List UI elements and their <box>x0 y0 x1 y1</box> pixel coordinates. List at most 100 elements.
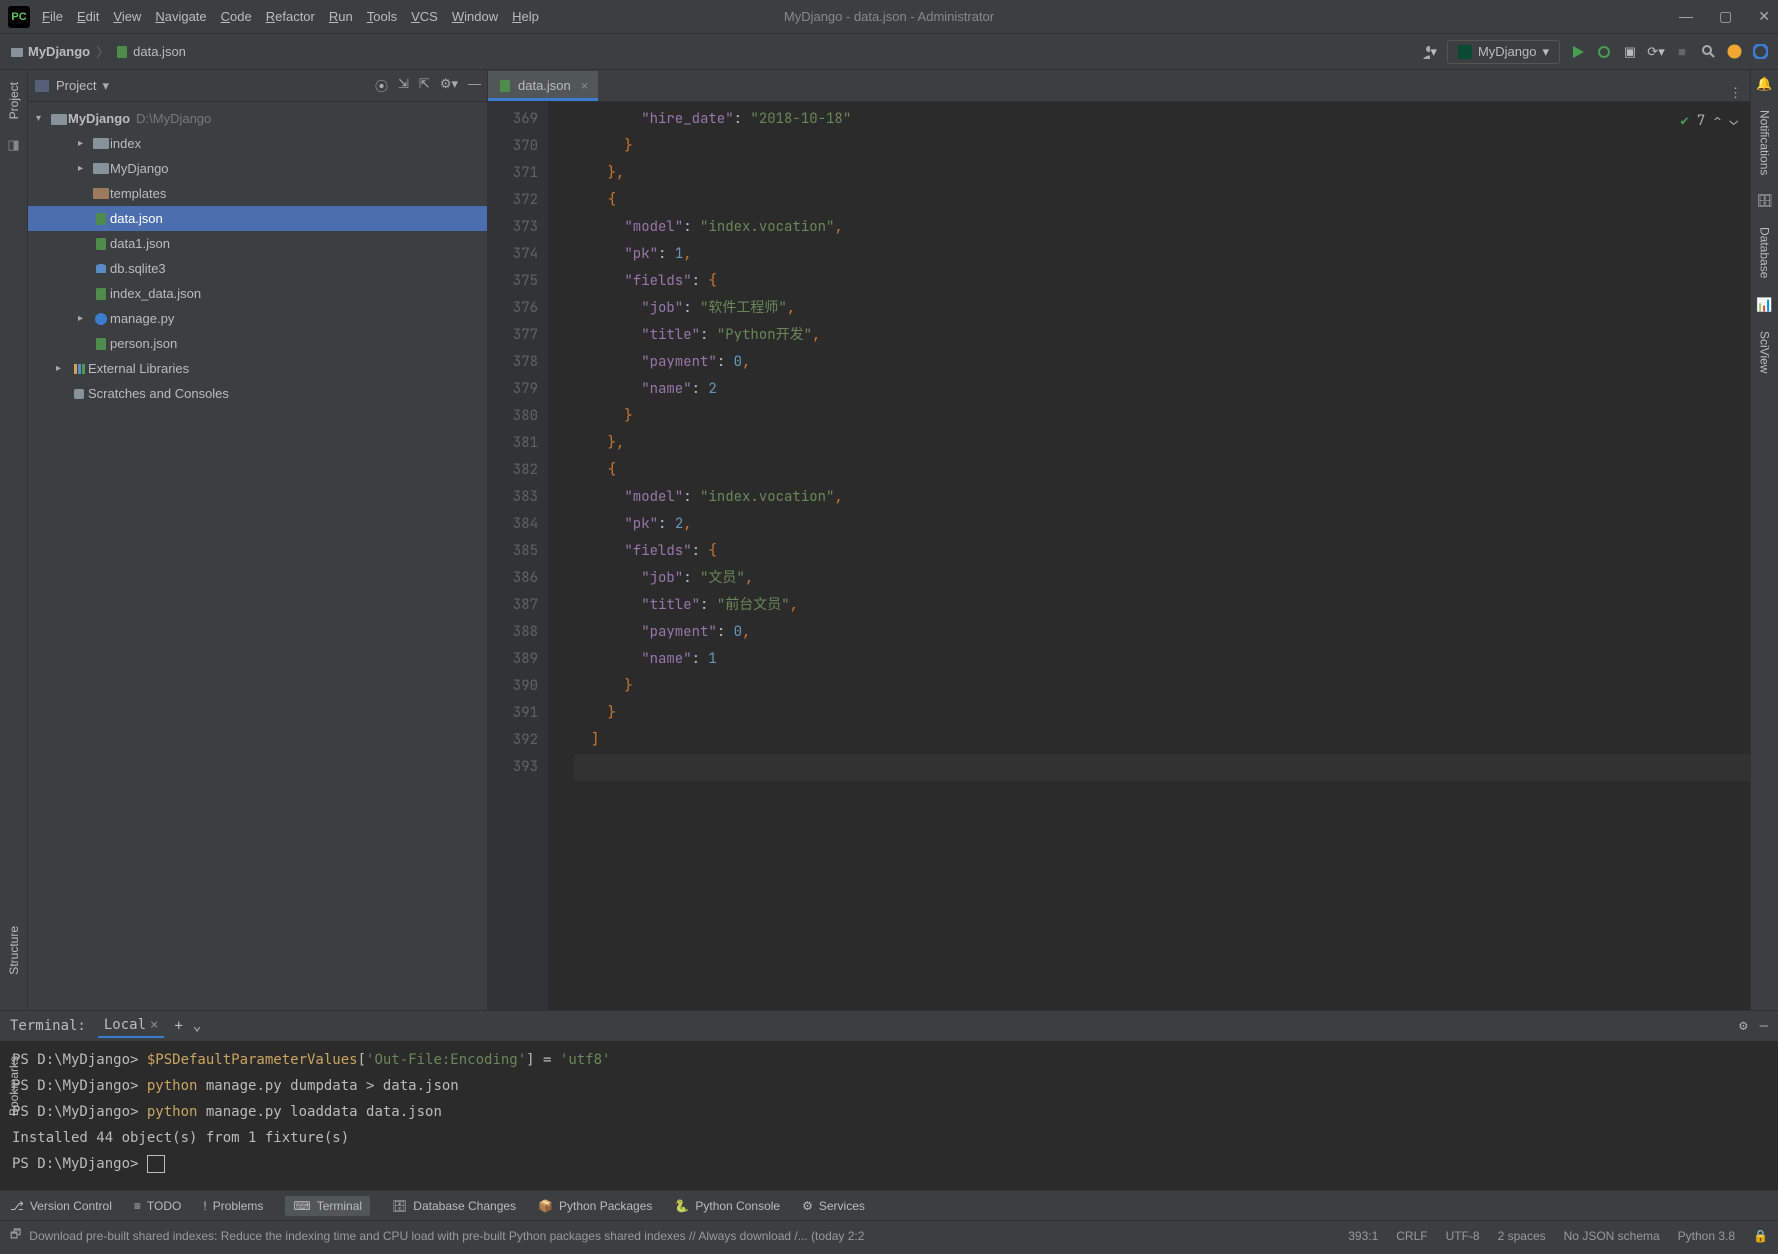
run-with-coverage-button[interactable]: ▣ <box>1622 44 1638 60</box>
user-icon[interactable]: ▾ <box>1421 44 1437 60</box>
file-encoding[interactable]: UTF-8 <box>1446 1229 1480 1243</box>
json-schema[interactable]: No JSON schema <box>1564 1229 1660 1243</box>
commit-tool-icon[interactable]: ◨ <box>6 137 22 153</box>
prev-highlight-icon[interactable]: ⌃ <box>1713 108 1721 135</box>
tree-item[interactable]: ▸index <box>28 131 487 156</box>
menu-edit[interactable]: Edit <box>77 9 99 24</box>
chevron-icon[interactable]: ▸ <box>78 138 92 149</box>
menu-help[interactable]: Help <box>512 9 539 24</box>
minimize-button[interactable]: — <box>1679 8 1693 25</box>
chevron-icon[interactable]: ▸ <box>78 163 92 174</box>
menu-view[interactable]: View <box>113 9 141 24</box>
terminal-content[interactable]: PS D:\MyDjango> $PSDefaultParameterValue… <box>0 1041 1778 1190</box>
line-separator[interactable]: CRLF <box>1396 1229 1427 1243</box>
check-icon: ✔ <box>1680 108 1688 135</box>
breadcrumb-file[interactable]: data.json <box>115 44 186 59</box>
tree-root[interactable]: ▾ MyDjango D:\MyDjango <box>28 106 487 131</box>
expand-all-icon[interactable]: ⇲ <box>398 76 409 95</box>
tool-terminal[interactable]: ⌨Terminal <box>285 1196 370 1216</box>
terminal-settings-icon[interactable]: ⚙ <box>1739 1018 1747 1034</box>
chevron-down-icon[interactable]: ▾ <box>36 113 50 124</box>
python-interpreter[interactable]: Python 3.8 <box>1678 1229 1735 1243</box>
tree-item-label: MyDjango <box>68 111 130 126</box>
tree-item[interactable]: Scratches and Consoles <box>28 381 487 406</box>
menu-run[interactable]: Run <box>329 9 353 24</box>
collapse-all-icon[interactable]: ⇱ <box>419 76 430 95</box>
code-editor[interactable]: 3693703713723733743753763773783793803813… <box>488 102 1750 1010</box>
project-tree: ▾ MyDjango D:\MyDjango ▸index▸MyDjangote… <box>28 102 487 410</box>
menu-vcs[interactable]: VCS <box>411 9 438 24</box>
tool-version-control[interactable]: ⎇Version Control <box>10 1199 112 1213</box>
close-tab-icon[interactable]: × <box>581 78 589 93</box>
breadcrumb-root[interactable]: MyDjango <box>10 44 90 59</box>
tool-problems[interactable]: !Problems <box>203 1199 263 1213</box>
tree-item[interactable]: data1.json <box>28 231 487 256</box>
file-icon <box>92 287 110 301</box>
debug-button[interactable] <box>1596 44 1612 60</box>
menu-refactor[interactable]: Refactor <box>266 9 315 24</box>
tool-todo[interactable]: ≡TODO <box>134 1199 181 1213</box>
tree-item[interactable]: person.json <box>28 331 487 356</box>
hide-panel-icon[interactable]: — <box>468 76 481 95</box>
close-button[interactable]: ✕ <box>1758 8 1770 25</box>
indent-config[interactable]: 2 spaces <box>1498 1229 1546 1243</box>
chevron-icon[interactable]: ▸ <box>56 363 70 374</box>
tree-item[interactable]: data.json <box>28 206 487 231</box>
tool-services[interactable]: ⚙Services <box>802 1199 865 1213</box>
caret-position[interactable]: 393:1 <box>1348 1229 1378 1243</box>
hide-terminal-icon[interactable]: — <box>1760 1018 1768 1034</box>
maximize-button[interactable]: ▢ <box>1719 8 1732 25</box>
next-highlight-icon[interactable]: ⌄ <box>1730 108 1738 135</box>
tree-item-label: MyDjango <box>110 161 169 176</box>
settings-icon[interactable]: ⚙▾ <box>440 76 458 95</box>
status-message-icon[interactable]: 🗗 <box>10 1225 21 1246</box>
ide-update-icon[interactable] <box>1726 44 1742 60</box>
database-tool-tab[interactable]: Database <box>1756 221 1774 284</box>
editor-tabs-more-icon[interactable]: ⋮ <box>1729 85 1750 101</box>
code-content[interactable]: "hire_date": "2018-10-18" } }, { "model"… <box>568 102 1750 1010</box>
stop-button[interactable]: ■ <box>1674 44 1690 60</box>
terminal-dropdown-icon[interactable]: ⌄ <box>193 1018 201 1034</box>
tree-item[interactable]: ▸External Libraries <box>28 356 487 381</box>
editor-tab-data-json[interactable]: data.json × <box>488 71 598 101</box>
status-message[interactable]: Download pre-built shared indexes: Reduc… <box>29 1229 864 1243</box>
tree-item[interactable]: templates <box>28 181 487 206</box>
editor-tabs: data.json × ⋮ <box>488 70 1750 102</box>
sciview-icon[interactable]: 📊 <box>1757 297 1773 313</box>
search-icon[interactable] <box>1700 44 1716 60</box>
read-only-lock-icon[interactable]: 🔒 <box>1753 1229 1768 1243</box>
chevron-down-icon: ▾ <box>1542 44 1549 60</box>
run-button[interactable] <box>1570 44 1586 60</box>
structure-tool-tab[interactable]: Structure <box>5 920 23 981</box>
chevron-icon[interactable]: ▸ <box>78 313 92 324</box>
menu-file[interactable]: File <box>42 9 63 24</box>
project-tool-tab[interactable]: Project <box>5 76 23 125</box>
inspection-widget[interactable]: ✔ 7 ⌃ ⌄ <box>1680 108 1738 135</box>
tree-item[interactable]: ▸ MyDjango <box>28 156 487 181</box>
menu-code[interactable]: Code <box>221 9 252 24</box>
project-view-label[interactable]: Project <box>56 78 96 93</box>
tree-item[interactable]: ▸manage.py <box>28 306 487 331</box>
new-terminal-icon[interactable]: + <box>174 1018 182 1034</box>
notifications-tool-tab[interactable]: Notifications <box>1756 104 1774 181</box>
code-with-me-icon[interactable] <box>1752 44 1768 60</box>
bookmarks-tool-tab[interactable]: Bookmarks <box>5 1050 23 1122</box>
menu-navigate[interactable]: Navigate <box>155 9 206 24</box>
close-tab-icon[interactable]: × <box>150 1017 158 1033</box>
chevron-down-icon[interactable]: ▾ <box>102 78 109 94</box>
database-icon[interactable]: 🗄 <box>1757 193 1773 209</box>
menu-window[interactable]: Window <box>452 9 498 24</box>
tool-database-changes[interactable]: 🗄Database Changes <box>392 1199 516 1213</box>
select-opened-file-icon[interactable]: ⦿ <box>375 76 388 95</box>
run-config-selector[interactable]: MyDjango ▾ <box>1447 40 1560 64</box>
terminal-tab-local[interactable]: Local × <box>98 1014 165 1038</box>
menu-tools[interactable]: Tools <box>367 9 397 24</box>
sciview-tool-tab[interactable]: SciView <box>1756 325 1774 379</box>
tool-python-console[interactable]: 🐍Python Console <box>674 1199 780 1213</box>
tree-item[interactable]: db.sqlite3 <box>28 256 487 281</box>
tool-python-packages[interactable]: 📦Python Packages <box>538 1199 652 1213</box>
notifications-icon[interactable]: 🔔 <box>1757 76 1773 92</box>
tree-item[interactable]: index_data.json <box>28 281 487 306</box>
window-title: MyDjango - data.json - Administrator <box>784 9 994 24</box>
more-run-button[interactable]: ⟳▾ <box>1648 44 1664 60</box>
